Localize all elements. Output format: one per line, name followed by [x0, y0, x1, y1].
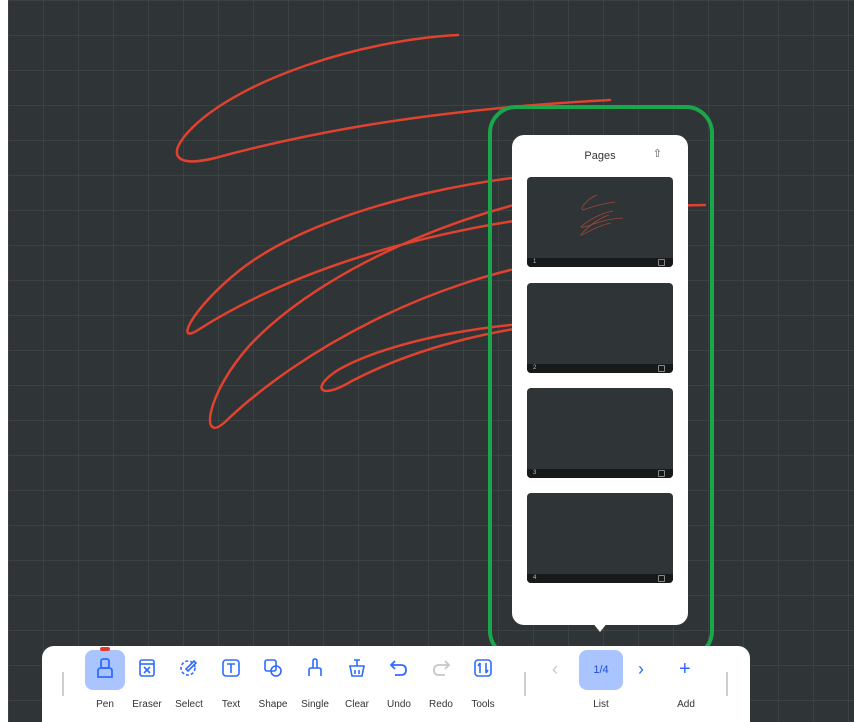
undo-button[interactable]: Undo: [380, 652, 418, 718]
pen-strokes: [175, 33, 707, 429]
pen-button[interactable]: Pen: [86, 652, 124, 718]
eraser-icon: [133, 654, 161, 682]
page-number: 4: [533, 575, 537, 581]
chevron-left-icon[interactable]: ‹: [552, 659, 558, 679]
single-button[interactable]: Single: [296, 652, 334, 718]
chevron-right-icon[interactable]: ›: [638, 659, 644, 679]
pages-panel: Pages ⇧ 1 2 3 4: [512, 135, 688, 625]
toolbar-divider: [524, 672, 526, 696]
plus-icon[interactable]: +: [679, 659, 691, 679]
page-indicator[interactable]: 1/4: [579, 650, 623, 690]
pin-icon[interactable]: ⇧: [653, 147, 662, 160]
page-number: 2: [533, 365, 537, 371]
tools-icon: [469, 654, 497, 682]
page-thumbnail-3[interactable]: 3: [527, 388, 673, 478]
tools-label: Tools: [471, 699, 495, 710]
page-thumbnail-preview: [580, 194, 624, 236]
select-button[interactable]: Select: [170, 652, 208, 718]
toolbar-divider: [62, 672, 64, 696]
select-icon: [175, 654, 203, 682]
text-button[interactable]: Text: [212, 652, 250, 718]
delete-page-icon[interactable]: [658, 470, 665, 477]
text-icon: [217, 654, 245, 682]
clear-button[interactable]: Clear: [338, 652, 376, 718]
delete-page-icon[interactable]: [658, 259, 665, 266]
page-thumbnail-4[interactable]: 4: [527, 493, 673, 583]
bottom-toolbar: Pen Eraser Select Text Shape Single Clea…: [42, 646, 750, 722]
redo-icon: [427, 654, 455, 682]
pen-color-indicator: [100, 647, 110, 651]
toolbar-divider: [726, 672, 728, 696]
page-number: 1: [533, 259, 537, 265]
delete-page-icon[interactable]: [658, 575, 665, 582]
undo-icon: [385, 654, 413, 682]
list-label: List: [593, 699, 609, 710]
page-thumbnail-1[interactable]: 1: [527, 177, 673, 267]
shape-icon: [259, 654, 287, 682]
page-number: 3: [533, 470, 537, 476]
delete-page-icon[interactable]: [658, 365, 665, 372]
eraser-button[interactable]: Eraser: [128, 652, 166, 718]
add-label: Add: [677, 699, 695, 710]
shape-button[interactable]: Shape: [254, 652, 292, 718]
pages-panel-pointer: [592, 622, 608, 632]
tools-button[interactable]: Tools: [464, 652, 502, 718]
page-thumbnail-2[interactable]: 2: [527, 283, 673, 373]
redo-button[interactable]: Redo: [422, 652, 460, 718]
pen-icon: [91, 654, 119, 682]
single-icon: [301, 654, 329, 682]
clear-icon: [343, 654, 371, 682]
